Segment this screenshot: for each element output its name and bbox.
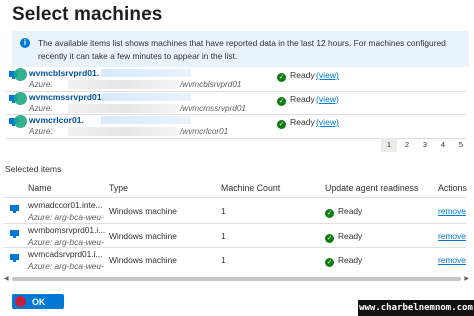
selected-items-label: Selected items [5, 164, 62, 174]
check-circle-icon: ✓ [277, 120, 286, 129]
selected-name: wvmadccor01.inte... [28, 200, 103, 210]
machine-name[interactable]: wvmcrlcor01. [29, 115, 84, 125]
remove-link[interactable]: remove [438, 231, 466, 241]
page-button[interactable]: 4 [435, 138, 451, 152]
view-link[interactable]: (view) [316, 117, 339, 127]
computer-icon [10, 254, 19, 262]
more-options-icon[interactable]: ··· [141, 4, 153, 18]
machine-status: ✓ Ready [277, 93, 315, 106]
check-circle-icon: ✓ [277, 73, 286, 82]
watermark: www.charbelnemnom.com [358, 300, 474, 316]
column-header-actions: Actions [438, 183, 467, 193]
check-circle-icon: ✓ [325, 258, 334, 267]
selected-name: wvmcadsrvprd01.i... [28, 249, 103, 259]
machine-name[interactable]: wvmcmssrvprd01. [29, 92, 104, 102]
machine-row[interactable]: wvmcblsrvprd01. Azure: /wvmcblsrvprd01 ✓… [6, 68, 466, 92]
check-circle-icon: ✓ [325, 209, 334, 218]
machine-azure: Azure: [29, 127, 53, 136]
page-button[interactable]: 1 [381, 138, 397, 152]
table-row: wvmbomsrvprd01.i... Azure: arg-bca-weu- … [0, 224, 474, 248]
redacted-text [68, 103, 178, 113]
view-link[interactable]: (view) [316, 94, 339, 104]
divider [4, 197, 466, 198]
redacted-text [68, 127, 178, 136]
selected-name: wvmbomsrvprd01.i... [28, 225, 106, 235]
selected-status: ✓ Ready [325, 206, 363, 218]
cursor-highlight [14, 91, 27, 105]
machine-status: ✓ Ready [277, 70, 315, 82]
column-header-type[interactable]: Type [109, 183, 128, 193]
info-icon: i [20, 38, 30, 48]
available-machines-list: wvmcblsrvprd01. Azure: /wvmcblsrvprd01 ✓… [6, 68, 466, 139]
column-header-count[interactable]: Machine Count [221, 183, 280, 193]
page-button[interactable]: 2 [399, 138, 415, 152]
selected-type: Windows machine [109, 206, 177, 216]
selected-status: ✓ Ready [325, 255, 363, 267]
machine-path: /wvmcblsrvprd01 [180, 80, 242, 89]
redacted-text [68, 80, 178, 89]
machine-azure: Azure: [29, 80, 53, 89]
redacted-text [101, 92, 191, 101]
selected-azure: Azure: arg-bca-weu- [28, 261, 104, 271]
machine-azure: Azure: [29, 103, 53, 113]
cursor-highlight [14, 115, 27, 128]
selected-count: 1 [221, 255, 226, 265]
machine-row[interactable]: wvmcmssrvprd01. Azure: /wvmcmssrvprd01 ✓… [6, 91, 466, 115]
pagination: 1 2 3 4 5 [381, 138, 471, 152]
selected-type: Windows machine [109, 231, 177, 241]
page-button[interactable]: 5 [453, 138, 469, 152]
horizontal-scrollbar[interactable]: ◀ ▶ [4, 275, 469, 284]
redacted-text [101, 69, 191, 77]
scrollbar-thumb[interactable] [12, 277, 461, 281]
page-title: Select machines [12, 4, 163, 25]
machine-name[interactable]: wvmcblsrvprd01. [29, 68, 99, 78]
page-button[interactable]: 3 [417, 138, 433, 152]
remove-link[interactable]: remove [438, 206, 466, 216]
computer-icon [10, 230, 19, 238]
selected-azure: Azure: arg-bca-weu- [28, 237, 104, 247]
view-link[interactable]: (view) [316, 70, 339, 80]
scroll-right-icon[interactable]: ▶ [464, 275, 469, 282]
remove-link[interactable]: remove [438, 255, 466, 265]
selected-type: Windows machine [109, 255, 177, 265]
scroll-left-icon[interactable]: ◀ [4, 275, 9, 282]
computer-icon [10, 205, 19, 213]
table-row: wvmcadsrvprd01.i... Azure: arg-bca-weu- … [0, 248, 474, 272]
redacted-text [101, 116, 191, 124]
machine-path: /wvmcrlcor01 [180, 127, 229, 136]
check-circle-icon: ✓ [325, 234, 334, 243]
machine-row[interactable]: wvmcrlcor01. Azure: /wvmcrlcor01 ✓ Ready … [6, 115, 466, 139]
cursor-highlight [15, 296, 26, 307]
cursor-highlight [14, 68, 27, 81]
selected-count: 1 [221, 206, 226, 216]
selected-status: ✓ Ready [325, 231, 363, 243]
selected-azure: Azure: arg-bca-weu- [28, 212, 104, 222]
column-header-name[interactable]: Name [28, 183, 51, 193]
check-circle-icon: ✓ [277, 96, 286, 106]
info-text: The available items list shows machines … [38, 38, 446, 61]
column-header-readiness[interactable]: Update agent readiness [325, 183, 418, 193]
selected-table-header: Name Type Machine Count Update agent rea… [0, 183, 474, 195]
machine-path: /wvmcmssrvprd01 [180, 103, 246, 113]
selected-count: 1 [221, 231, 226, 241]
machine-status: ✓ Ready [277, 117, 315, 129]
info-banner: i The available items list shows machine… [12, 31, 469, 67]
table-row: wvmadccor01.inte... Azure: arg-bca-weu- … [0, 199, 474, 223]
